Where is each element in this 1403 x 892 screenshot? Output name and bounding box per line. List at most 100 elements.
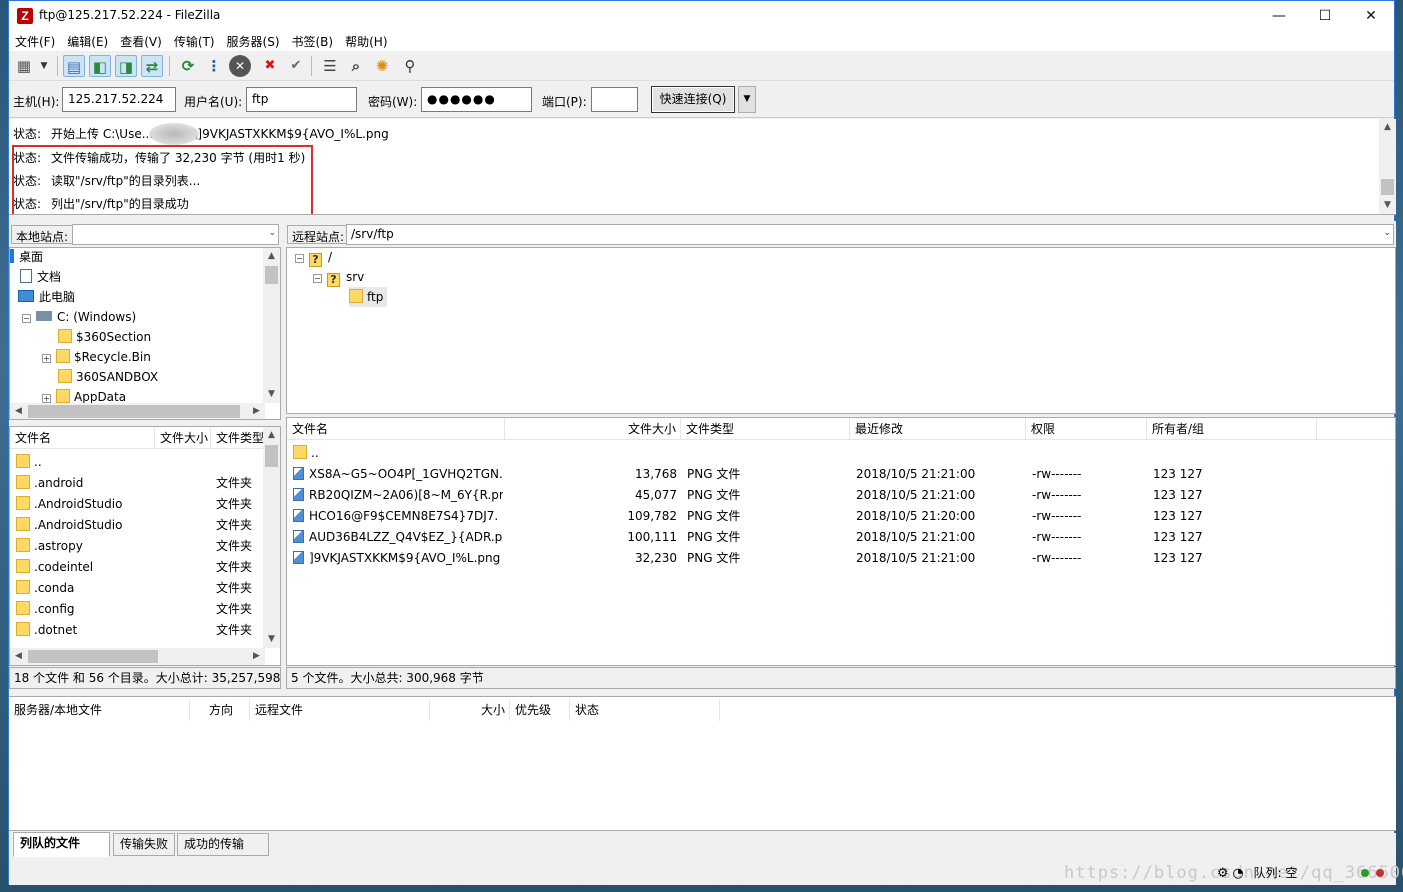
menu-transfer[interactable]: 传输(T): [168, 31, 221, 52]
document-icon: [20, 269, 32, 283]
collapse-icon[interactable]: −: [313, 274, 322, 283]
folder-icon: [16, 475, 30, 489]
table-row[interactable]: HCO16@F9$CEMN8E7S4}7DJ7. 109,782 PNG 文件 …: [287, 506, 1395, 527]
table-row[interactable]: XS8A~G5~OO4P[_1GVHQ2TGN. 13,768 PNG 文件 2…: [287, 464, 1395, 485]
chevron-down-icon[interactable]: ⌄: [268, 228, 276, 238]
quickconnect-history-dropdown[interactable]: ▼: [738, 86, 756, 113]
collapse-icon[interactable]: −: [22, 314, 31, 323]
list-item[interactable]: .config 文件夹: [10, 599, 265, 620]
local-list-hscrollbar[interactable]: ◀ ▶: [10, 648, 265, 665]
local-list-scrollbar[interactable]: ▲ ▼: [263, 427, 280, 648]
column-filesize[interactable]: 文件大小: [505, 418, 681, 440]
close-button[interactable]: ✕: [1348, 1, 1394, 31]
search-files-icon[interactable]: ⚲: [399, 55, 421, 77]
column-filesize[interactable]: 文件大小: [155, 427, 211, 449]
toggle-remote-tree-icon[interactable]: ◨: [115, 55, 137, 77]
password-input[interactable]: ●●●●●●: [421, 87, 532, 112]
tree-item-documents[interactable]: 文档: [20, 267, 61, 287]
filezilla-logo-icon: Z: [17, 8, 33, 24]
queue-column-priority[interactable]: 优先级: [510, 699, 570, 721]
refresh-icon[interactable]: ⟳: [177, 55, 199, 77]
menu-view[interactable]: 查看(V): [114, 31, 168, 52]
cancel-operation-icon[interactable]: ✕: [229, 55, 251, 77]
port-input[interactable]: [591, 87, 638, 112]
tree-item-folder[interactable]: $360Section: [58, 327, 151, 347]
tree-item-folder[interactable]: + $Recycle.Bin: [42, 347, 151, 367]
site-manager-icon[interactable]: ▦: [13, 55, 35, 77]
title-bar: Z ftp@125.217.52.224 - FileZilla — ☐ ✕: [9, 1, 1394, 31]
sync-browsing-icon[interactable]: ✺: [371, 55, 393, 77]
menu-edit[interactable]: 编辑(E): [61, 31, 114, 52]
expand-icon[interactable]: +: [42, 354, 51, 363]
column-filename[interactable]: 文件名: [10, 427, 155, 449]
tree-item-ftp[interactable]: ftp: [349, 287, 388, 307]
expand-icon[interactable]: +: [42, 394, 51, 403]
minimize-button[interactable]: —: [1256, 1, 1302, 31]
menu-help[interactable]: 帮助(H): [339, 31, 393, 52]
log-scrollbar[interactable]: ▲ ▼: [1379, 119, 1396, 214]
toggle-log-icon[interactable]: ▤: [63, 55, 85, 77]
message-log: 状态: 开始上传 C:\Use...esktop\]9VKJASTXKKM$9{A…: [9, 119, 1396, 215]
list-item[interactable]: .android 文件夹: [10, 473, 265, 494]
local-tree-scrollbar[interactable]: ▲ ▼: [263, 248, 280, 403]
list-item[interactable]: .astropy 文件夹: [10, 536, 265, 557]
queue-column-direction[interactable]: 方向: [190, 699, 250, 721]
folder-icon: [16, 622, 30, 636]
table-row[interactable]: RB20QIZM~2A06)[8~M_6Y{R.png 45,077 PNG 文…: [287, 485, 1395, 506]
menu-file[interactable]: 文件(F): [9, 31, 61, 52]
tree-item-drive-c[interactable]: − C: (Windows): [22, 307, 136, 327]
tree-item-folder[interactable]: 360SANDBOX: [58, 367, 158, 387]
list-item[interactable]: .AndroidStudio 文件夹: [10, 515, 265, 536]
image-file-icon: [293, 509, 304, 522]
site-manager-dropdown-icon[interactable]: ▼: [37, 55, 51, 77]
queue-column-status[interactable]: 状态: [570, 699, 720, 721]
speed-limit-icon[interactable]: ◔: [1232, 866, 1243, 881]
menu-server[interactable]: 服务器(S): [221, 31, 286, 52]
column-filetype[interactable]: 文件类型: [211, 427, 265, 449]
process-queue-icon[interactable]: ⋮: [203, 55, 225, 77]
maximize-button[interactable]: ☐: [1302, 1, 1348, 31]
compare-directory-icon[interactable]: ⌕: [345, 55, 367, 77]
table-row[interactable]: ..: [287, 443, 1395, 464]
chevron-down-icon[interactable]: ⌄: [1383, 228, 1391, 238]
tree-item-root[interactable]: −? /: [295, 248, 332, 267]
username-label: 用户名(U):: [184, 95, 243, 109]
tab-queued-files[interactable]: 列队的文件: [13, 832, 110, 857]
log-line: 状态: 开始上传 C:\Use...esktop\]9VKJASTXKKM$9{A…: [13, 127, 389, 141]
host-input[interactable]: 125.217.52.224: [62, 87, 176, 112]
queue-column-remote-file[interactable]: 远程文件: [250, 699, 430, 721]
local-tree-hscrollbar[interactable]: ◀ ▶: [10, 403, 265, 419]
column-filetype[interactable]: 文件类型: [681, 418, 850, 440]
column-permissions[interactable]: 权限: [1026, 418, 1147, 440]
disconnect-icon[interactable]: ✖: [259, 55, 281, 77]
menu-bookmarks[interactable]: 书签(B): [286, 31, 340, 52]
tree-item-this-pc[interactable]: 此电脑: [18, 287, 75, 307]
gear-icon[interactable]: ⚙: [1217, 866, 1229, 881]
tree-item-desktop[interactable]: 桌面: [10, 248, 43, 267]
column-owner-group[interactable]: 所有者/组: [1147, 418, 1317, 440]
column-filename[interactable]: 文件名: [287, 418, 505, 440]
reconnect-icon[interactable]: ✔: [285, 55, 307, 77]
list-item[interactable]: .dotnet 文件夹: [10, 620, 265, 641]
tab-successful-transfers[interactable]: 成功的传输 (5): [177, 833, 269, 872]
queue-column-local-file[interactable]: 服务器/本地文件: [9, 699, 190, 721]
local-site-path-input[interactable]: ⌄: [72, 224, 279, 245]
remote-site-path-input[interactable]: /srv/ftp ⌄: [346, 224, 1394, 245]
queue-column-size[interactable]: 大小: [430, 699, 510, 721]
image-file-icon: [293, 530, 304, 543]
list-item[interactable]: .AndroidStudio 文件夹: [10, 494, 265, 515]
table-row[interactable]: ]9VKJASTXKKM$9{AVO_I%L.png 32,230 PNG 文件…: [287, 548, 1395, 569]
tab-failed-transfers[interactable]: 传输失败: [113, 833, 175, 856]
toggle-queue-icon[interactable]: ⇄: [141, 55, 163, 77]
collapse-icon[interactable]: −: [295, 254, 304, 263]
table-row[interactable]: AUD36B4LZZ_Q4V$EZ_}{ADR.png 100,111 PNG …: [287, 527, 1395, 548]
list-item[interactable]: .conda 文件夹: [10, 578, 265, 599]
quickconnect-button[interactable]: 快速连接(Q): [651, 86, 735, 113]
column-last-modified[interactable]: 最近修改: [850, 418, 1026, 440]
toggle-local-tree-icon[interactable]: ◧: [89, 55, 111, 77]
tree-item-srv[interactable]: −? srv: [313, 267, 364, 287]
list-item[interactable]: ..: [10, 452, 265, 473]
list-item[interactable]: .codeintel 文件夹: [10, 557, 265, 578]
directory-listing-filter-icon[interactable]: ☰: [319, 55, 341, 77]
username-input[interactable]: ftp: [246, 87, 357, 112]
